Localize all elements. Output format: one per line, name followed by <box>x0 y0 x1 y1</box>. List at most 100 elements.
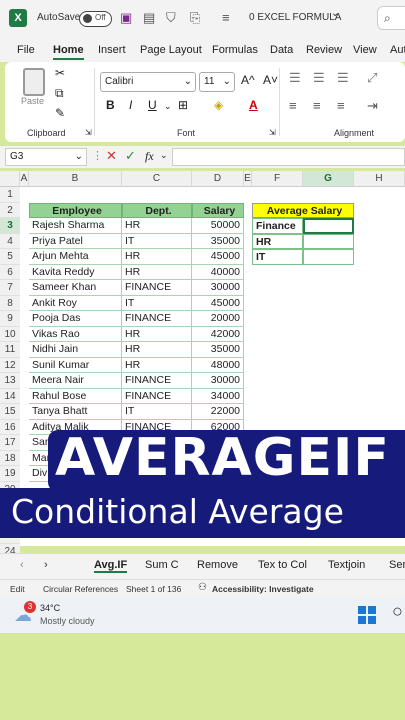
table-cell[interactable]: HR <box>122 249 192 265</box>
format-icon[interactable]: ⎘ <box>190 10 200 26</box>
row-header[interactable]: 9 <box>0 311 20 327</box>
indent-icon[interactable]: ⇥ <box>367 98 378 114</box>
paste-label[interactable]: Paste <box>21 96 44 106</box>
formula-input[interactable] <box>172 148 405 166</box>
row-header[interactable]: 14 <box>0 388 20 404</box>
sheet-tab-sum-c[interactable]: Sum C <box>145 559 179 571</box>
column-header-c[interactable]: C <box>122 171 192 187</box>
align-left-icon[interactable]: ≡ <box>289 98 297 113</box>
column-header-f[interactable]: F <box>252 171 303 187</box>
autosave-toggle[interactable]: Off <box>79 11 112 27</box>
table-cell[interactable]: Tanya Bhatt <box>29 404 122 420</box>
copy-icon[interactable]: ⧉ <box>55 86 64 101</box>
italic-button[interactable]: I <box>129 98 132 112</box>
row-header[interactable]: 16 <box>0 419 20 435</box>
format-painter-icon[interactable]: ✎ <box>55 106 65 120</box>
table-cell[interactable]: HR <box>122 326 192 342</box>
chevron-down-icon[interactable]: ⌄ <box>331 8 339 19</box>
file-name[interactable]: 0 EXCEL FORMULA <box>249 12 341 23</box>
font-name-select[interactable]: Calibri ⌄ <box>100 72 196 92</box>
table-cell[interactable]: 40000 <box>192 264 244 280</box>
table-cell[interactable]: Priya Patel <box>29 233 122 249</box>
shrink-font-button[interactable]: A˅ <box>263 73 278 87</box>
average-salary-header[interactable]: Average Salary <box>252 202 354 218</box>
table-cell[interactable]: Rajesh Sharma <box>29 218 122 234</box>
table-cell[interactable]: Rahul Bose <box>29 388 122 404</box>
sheet-tab-text-to-col[interactable]: Tex to Col <box>258 559 307 571</box>
average-label-cell[interactable]: Finance <box>252 218 303 234</box>
cut-icon[interactable]: ✂ <box>55 66 65 80</box>
table-cell[interactable]: 30000 <box>192 280 244 296</box>
table-cell[interactable]: Arjun Mehta <box>29 249 122 265</box>
table-cell[interactable]: Pooja Das <box>29 311 122 327</box>
average-value-cell[interactable] <box>303 233 354 249</box>
image-icon[interactable]: ▤ <box>143 10 155 26</box>
column-header-d[interactable]: D <box>192 171 244 187</box>
font-launcher-icon[interactable]: ⇲ <box>269 128 276 137</box>
underline-button[interactable]: U <box>148 98 157 112</box>
prev-sheet-icon[interactable]: ‹ <box>20 559 24 571</box>
sheet-tab-remove[interactable]: Remove <box>197 559 238 571</box>
table-cell[interactable]: 22000 <box>192 404 244 420</box>
row-header[interactable]: 15 <box>0 404 20 420</box>
menu-formulas[interactable]: Formulas <box>212 44 258 56</box>
row-header[interactable]: 5 <box>0 249 20 265</box>
insert-function-button[interactable]: fx <box>145 149 154 164</box>
sheet-tab-textjoin[interactable]: Textjoin <box>328 559 365 571</box>
row-header[interactable]: 1 <box>0 187 20 203</box>
table-cell[interactable]: Sunil Kumar <box>29 357 122 373</box>
align-right-icon[interactable]: ≡ <box>337 98 345 113</box>
status-accessibility[interactable]: Accessibility: Investigate <box>212 584 314 594</box>
selected-cell-g3[interactable] <box>303 218 354 234</box>
menu-data[interactable]: Data <box>270 44 293 56</box>
table-cell[interactable]: HR <box>122 218 192 234</box>
search-icon[interactable]: ○ <box>392 601 403 622</box>
table-cell[interactable]: 42000 <box>192 326 244 342</box>
table-cell[interactable]: 45000 <box>192 249 244 265</box>
menu-view[interactable]: View <box>353 44 377 56</box>
table-cell[interactable]: 50000 <box>192 218 244 234</box>
table-cell[interactable]: 45000 <box>192 295 244 311</box>
table-cell[interactable]: Nidhi Jain <box>29 342 122 358</box>
table-cell[interactable]: FINANCE <box>122 311 192 327</box>
name-box[interactable]: G3 ⌄ <box>5 148 87 166</box>
table-cell[interactable]: Kavita Reddy <box>29 264 122 280</box>
align-top-icon[interactable]: ☰ <box>289 70 301 86</box>
search-button[interactable]: ⌕ <box>377 6 405 30</box>
table-cell[interactable]: IT <box>122 295 192 311</box>
column-header-h[interactable]: H <box>354 171 405 187</box>
row-header[interactable]: 3 <box>0 218 20 234</box>
table-cell[interactable]: FINANCE <box>122 280 192 296</box>
row-header[interactable]: 7 <box>0 280 20 296</box>
chevron-down-icon[interactable]: ⌄ <box>160 150 168 161</box>
sheet-tab-avg-if[interactable]: Avg.IF <box>94 559 128 573</box>
save-icon[interactable]: ▣ <box>120 10 132 26</box>
table-cell[interactable]: Meera Nair <box>29 373 122 389</box>
paste-icon[interactable] <box>23 68 45 96</box>
font-color-icon[interactable]: A <box>249 98 258 112</box>
row-header[interactable]: 11 <box>0 342 20 358</box>
menu-insert[interactable]: Insert <box>98 44 126 56</box>
row-header[interactable]: 2 <box>0 202 20 218</box>
enter-icon[interactable]: ✓ <box>125 148 136 164</box>
table-cell[interactable]: FINANCE <box>122 373 192 389</box>
table-cell[interactable]: 35000 <box>192 233 244 249</box>
table-cell[interactable]: HR <box>122 264 192 280</box>
menu-file[interactable]: File <box>17 44 35 56</box>
customize-icon[interactable]: ≡ <box>222 10 230 25</box>
average-value-cell[interactable] <box>303 249 354 265</box>
menu-automate[interactable]: Aut <box>390 44 405 56</box>
table-cell[interactable]: IT <box>122 233 192 249</box>
row-header[interactable]: 17 <box>0 435 20 451</box>
row-header[interactable]: 6 <box>0 264 20 280</box>
font-size-select[interactable]: 11 ⌄ <box>199 72 235 92</box>
row-header[interactable]: 10 <box>0 326 20 342</box>
table-cell[interactable]: 34000 <box>192 388 244 404</box>
windows-start-icon[interactable] <box>358 606 376 624</box>
table-cell[interactable]: 30000 <box>192 373 244 389</box>
table-cell[interactable]: Ankit Roy <box>29 295 122 311</box>
row-header[interactable]: 18 <box>0 450 20 466</box>
bold-button[interactable]: B <box>106 98 115 112</box>
table-cell[interactable]: Vikas Rao <box>29 326 122 342</box>
grow-font-button[interactable]: A^ <box>241 73 255 87</box>
